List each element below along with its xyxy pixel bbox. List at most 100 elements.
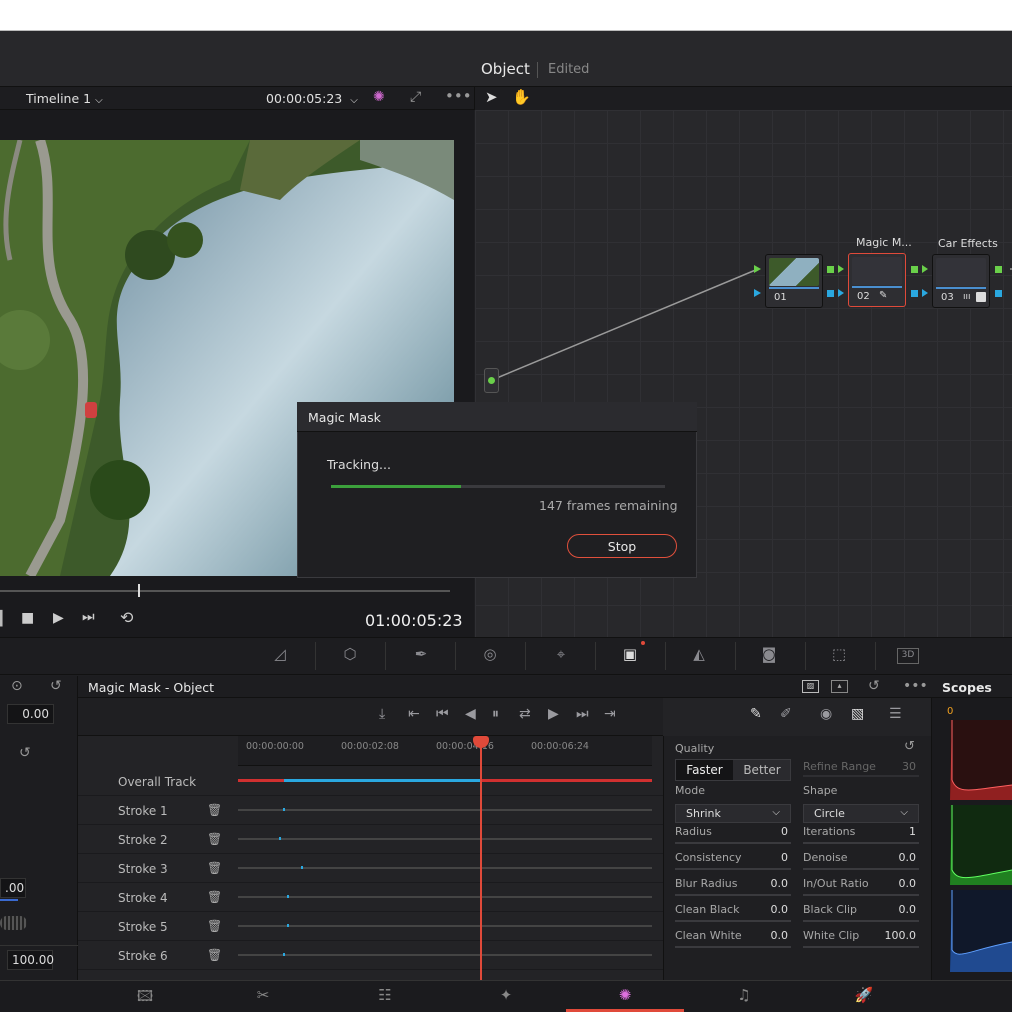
param-value[interactable]: 0.0	[868, 851, 917, 864]
stop-icon[interactable]: ■	[21, 610, 34, 626]
left-value-field[interactable]: .00	[0, 878, 26, 898]
blur-icon[interactable]: ◭	[686, 645, 712, 667]
color-wheel-icon[interactable]: ✺	[373, 89, 385, 105]
skip-back-icon[interactable]: ⏮	[436, 706, 449, 722]
param-slider[interactable]	[675, 842, 791, 844]
edit-page-icon[interactable]: ☷	[326, 980, 444, 1012]
previous-frame-icon[interactable]: ▎	[0, 611, 11, 627]
overlay-icon[interactable]: ▨	[802, 680, 819, 693]
param-value[interactable]: 0	[740, 851, 788, 864]
param-slider[interactable]	[803, 842, 919, 844]
media-page-icon[interactable]: 🖾	[86, 980, 204, 1012]
fullscreen-icon[interactable]: ⤢	[410, 89, 421, 105]
color-page-icon[interactable]: ✺	[566, 980, 684, 1012]
subtract-stroke-icon[interactable]: ✐	[780, 706, 792, 722]
param-value[interactable]: 0.0	[868, 903, 917, 916]
pause-icon[interactable]: ⏸	[492, 706, 499, 722]
fairlight-page-icon[interactable]: ♫	[685, 980, 803, 1012]
loop-icon[interactable]: ⟲	[120, 608, 133, 627]
trash-icon[interactable]: 🗑	[207, 832, 222, 846]
node-output-port[interactable]	[911, 290, 918, 297]
hand-icon[interactable]: ✋	[512, 88, 531, 106]
trash-icon[interactable]: 🗑	[207, 948, 222, 962]
settings-icon[interactable]: ☰	[889, 706, 902, 722]
trash-icon[interactable]: 🗑	[207, 861, 222, 875]
param-slider[interactable]	[675, 894, 791, 896]
fusion-page-icon[interactable]: ✦	[447, 980, 565, 1012]
param-value[interactable]: 0.0	[740, 903, 789, 916]
in-point-icon[interactable]: ⇤	[408, 706, 420, 722]
image-icon[interactable]: ▴	[831, 680, 848, 693]
timeline-playhead[interactable]	[480, 737, 482, 980]
timeline-selector[interactable]: Timeline 1 ⌵	[26, 91, 103, 106]
node-03[interactable]: 03 ııı	[932, 254, 990, 308]
node-input-port[interactable]	[922, 289, 928, 297]
qualifier-icon[interactable]: ✒	[408, 645, 434, 667]
more-options-icon[interactable]: •••	[903, 678, 928, 694]
node-input-port[interactable]	[838, 265, 844, 273]
reset-icon[interactable]: ↺	[19, 745, 31, 761]
param-value[interactable]: 0.0	[740, 877, 789, 890]
param-value[interactable]: 100.0	[868, 929, 917, 942]
track-reverse-icon[interactable]: ◀	[465, 706, 476, 722]
viewer-playhead[interactable]	[138, 584, 140, 597]
mask-icon[interactable]: ◉	[820, 706, 832, 722]
pointer-icon[interactable]: ➤	[485, 88, 498, 106]
param-slider[interactable]	[803, 894, 919, 896]
quality-faster[interactable]: Faster	[676, 760, 733, 780]
param-value[interactable]: 0.0	[740, 929, 789, 942]
param-slider[interactable]	[803, 868, 919, 870]
play-icon[interactable]: ▶	[53, 610, 64, 626]
node-output-port[interactable]	[911, 266, 918, 273]
timecode-display[interactable]: 00:00:05:23 ⌵	[266, 91, 358, 106]
jog-wheel[interactable]	[0, 916, 27, 930]
node-input-port[interactable]	[754, 289, 761, 297]
invert-icon[interactable]: ▧	[851, 706, 864, 722]
trash-icon[interactable]: 🗑	[207, 890, 222, 904]
quality-better[interactable]: Better	[734, 760, 790, 780]
window-icon[interactable]: ◎	[477, 645, 503, 667]
param-value[interactable]: 0	[740, 825, 788, 838]
magic-mask-icon[interactable]: ▣	[617, 645, 643, 667]
add-stroke-icon[interactable]: ✎	[750, 706, 762, 722]
node-input-port[interactable]	[838, 289, 844, 297]
node-output-port[interactable]	[995, 290, 1002, 297]
left-value-field[interactable]: 100.00	[7, 950, 54, 970]
track-to-frame-icon[interactable]: ⤓	[379, 706, 385, 722]
viewer-scrubber[interactable]	[0, 590, 450, 592]
log-icon[interactable]: ⊙	[11, 678, 23, 694]
track-forward-icon[interactable]: ▶	[548, 706, 559, 722]
param-value[interactable]: 0.0	[868, 877, 917, 890]
param-slider[interactable]	[675, 868, 791, 870]
shape-dropdown[interactable]: Circle ⌵	[803, 804, 919, 823]
deliver-page-icon[interactable]: 🚀	[805, 980, 923, 1012]
skip-forward-icon[interactable]: ⏭	[576, 706, 589, 722]
node-output-port[interactable]	[827, 266, 834, 273]
param-slider[interactable]	[803, 920, 919, 922]
refine-range-slider[interactable]	[803, 775, 919, 777]
out-point-icon[interactable]: ⇥	[604, 706, 616, 722]
mode-dropdown[interactable]: Shrink ⌵	[675, 804, 791, 823]
input-node[interactable]	[484, 368, 499, 393]
more-options-icon[interactable]: •••	[445, 87, 472, 105]
node-input-port[interactable]	[754, 265, 761, 273]
trash-icon[interactable]: 🗑	[207, 919, 222, 933]
reset-icon[interactable]: ↺	[50, 678, 62, 694]
key-icon[interactable]: ◙	[756, 645, 782, 667]
skip-end-icon[interactable]: ⏭	[82, 609, 95, 625]
trash-icon[interactable]: 🗑	[207, 803, 222, 817]
reset-icon[interactable]: ↺	[904, 739, 915, 754]
tracker-icon[interactable]: ⌖	[548, 645, 574, 667]
node-output-port[interactable]	[995, 266, 1002, 273]
left-value-field[interactable]: 0.00	[7, 704, 54, 724]
track-both-icon[interactable]: ⇄	[519, 706, 531, 722]
param-slider[interactable]	[675, 946, 791, 948]
node-01[interactable]: 01	[765, 254, 823, 308]
curves-icon[interactable]: ◿	[267, 645, 293, 667]
stop-button[interactable]: Stop	[567, 534, 677, 558]
param-slider[interactable]	[675, 920, 791, 922]
param-value[interactable]: 1	[868, 825, 916, 838]
cut-page-icon[interactable]: ✂	[204, 980, 322, 1012]
param-slider[interactable]	[803, 946, 919, 948]
sizing-icon[interactable]: ⬚	[826, 645, 852, 667]
